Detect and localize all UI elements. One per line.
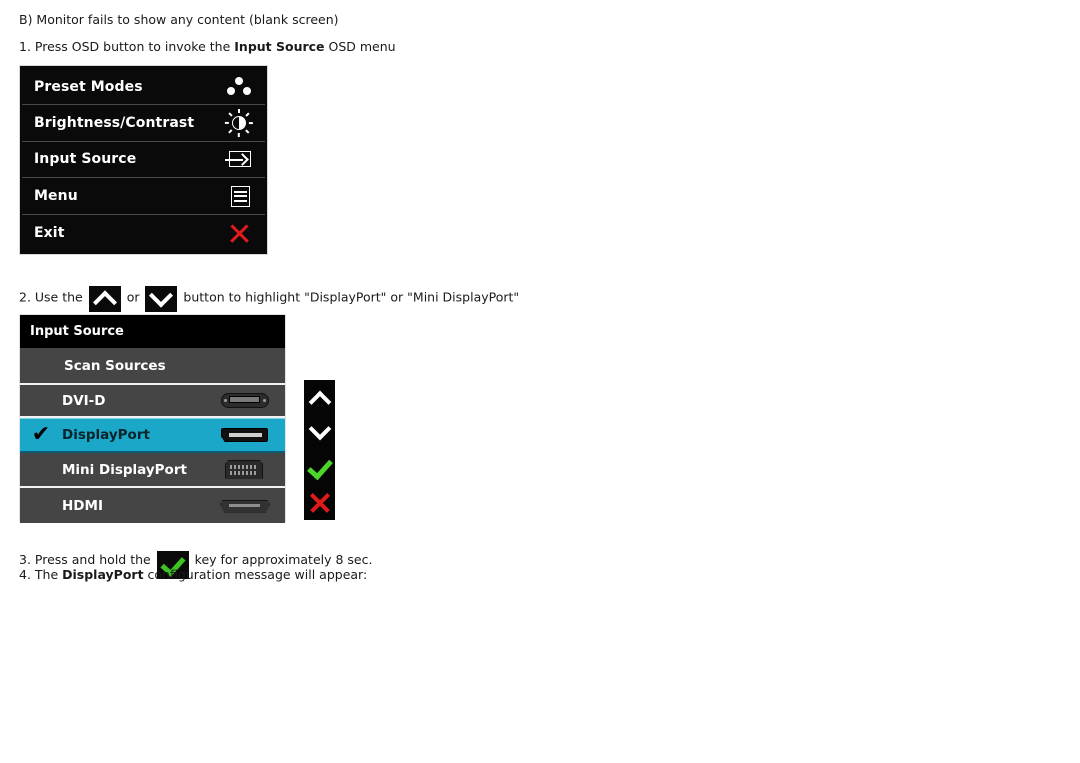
osd-input-row-label: Scan Sources bbox=[64, 357, 166, 374]
menu-icon bbox=[217, 181, 261, 211]
preset-modes-icon bbox=[217, 72, 261, 102]
osd-input-row-hdmi[interactable]: HDMI bbox=[20, 488, 285, 523]
up-button[interactable] bbox=[304, 380, 335, 415]
selected-checkmark-icon: ✔ bbox=[31, 422, 51, 447]
step-4-bold-term: DisplayPort bbox=[62, 567, 144, 582]
chevron-up-icon bbox=[308, 390, 331, 413]
osd-row-label: Preset Modes bbox=[34, 78, 143, 95]
osd-row-label: Exit bbox=[34, 224, 65, 241]
step-3-prefix: 3. Press and hold the bbox=[19, 552, 155, 567]
osd-input-source-panel[interactable]: Input Source Scan Sources DVI-D ✔ Displa… bbox=[19, 314, 286, 523]
step-4-suffix: configuration message will appear: bbox=[143, 567, 368, 582]
chevron-down-icon bbox=[308, 417, 331, 440]
step-3-suffix: key for approximately 8 sec. bbox=[190, 552, 373, 567]
osd-main-menu-panel[interactable]: Preset Modes Brightness/Contrast Input S… bbox=[19, 65, 268, 255]
step-1-text: 1. Press OSD button to invoke the Input … bbox=[19, 39, 396, 56]
monitor-button-strip[interactable] bbox=[304, 380, 335, 520]
osd-row-input-source[interactable]: Input Source bbox=[22, 141, 265, 179]
connector-slot-empty bbox=[215, 355, 277, 377]
osd-input-row-label: HDMI bbox=[62, 497, 103, 514]
osd-row-label: Menu bbox=[34, 187, 78, 204]
down-button[interactable] bbox=[304, 415, 335, 450]
osd-row-brightness-contrast[interactable]: Brightness/Contrast bbox=[22, 105, 265, 142]
osd-input-row-dvi-d[interactable]: DVI-D bbox=[20, 383, 285, 418]
osd-input-row-scan-sources[interactable]: Scan Sources bbox=[20, 348, 285, 383]
step-1-bold-term: Input Source bbox=[234, 39, 325, 54]
osd-row-exit[interactable]: Exit bbox=[22, 214, 265, 251]
step-1-suffix: OSD menu bbox=[324, 39, 396, 54]
chevron-down-icon bbox=[145, 283, 178, 312]
step-4-text: 4. The DisplayPort configuration message… bbox=[19, 567, 367, 584]
step-2-prefix: 2. Use the bbox=[19, 289, 87, 305]
osd-input-row-label: DVI-D bbox=[62, 392, 106, 409]
step-2-mid: or bbox=[122, 289, 144, 305]
osd-input-source-title: Input Source bbox=[20, 315, 285, 348]
exit-button[interactable] bbox=[304, 485, 335, 520]
mini-displayport-connector-icon bbox=[215, 459, 277, 481]
osd-input-row-label: Mini DisplayPort bbox=[62, 461, 187, 478]
step-2-suffix: button to highlight "DisplayPort" or "Mi… bbox=[179, 289, 520, 305]
input-source-icon bbox=[217, 144, 261, 174]
chevron-up-icon bbox=[88, 286, 121, 315]
hdmi-connector-icon bbox=[215, 495, 277, 517]
step-4-prefix: 4. The bbox=[19, 567, 63, 582]
checkmark-icon bbox=[306, 453, 333, 481]
exit-x-icon bbox=[217, 218, 261, 248]
dvi-d-connector-icon bbox=[215, 390, 277, 412]
osd-row-preset-modes[interactable]: Preset Modes bbox=[22, 69, 265, 106]
displayport-connector-icon bbox=[215, 424, 277, 446]
step-2-text: 2. Use the or button to highlight "Displ… bbox=[19, 283, 520, 315]
osd-row-label: Input Source bbox=[34, 151, 137, 168]
osd-input-row-mini-displayport[interactable]: Mini DisplayPort bbox=[20, 453, 285, 488]
brightness-contrast-icon bbox=[217, 108, 261, 138]
osd-input-row-label: DisplayPort bbox=[62, 427, 150, 443]
step-1-prefix: 1. Press OSD button to invoke the bbox=[19, 39, 235, 54]
section-heading: B) Monitor fails to show any content (bl… bbox=[19, 12, 339, 27]
osd-row-label: Brightness/Contrast bbox=[34, 115, 195, 132]
osd-row-menu[interactable]: Menu bbox=[22, 178, 265, 215]
osd-input-row-displayport[interactable]: ✔ DisplayPort bbox=[20, 418, 285, 453]
confirm-button[interactable] bbox=[304, 450, 335, 485]
